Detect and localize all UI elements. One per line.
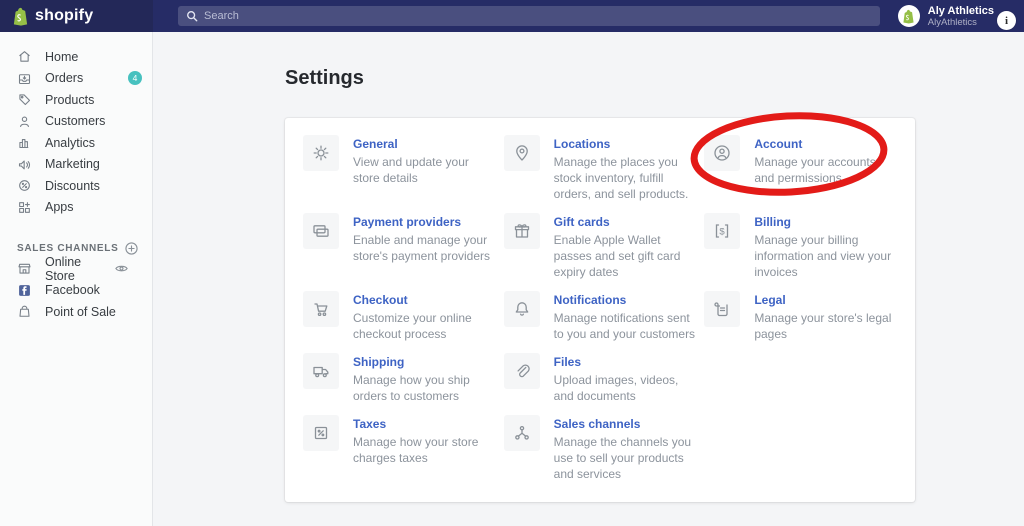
svg-text:$: $	[720, 226, 726, 237]
settings-card-billing[interactable]: $ Billing Manage your billing informatio…	[704, 213, 897, 280]
point-of-sale-icon	[19, 305, 30, 318]
user-name: Aly Athletics	[927, 4, 994, 17]
billing-dollar-icon: $	[704, 213, 741, 249]
settings-card-shipping[interactable]: Shipping Manage how you ship orders to c…	[303, 353, 496, 404]
sidebar-item-marketing[interactable]: Marketing	[0, 154, 152, 176]
shipping-truck-icon	[303, 353, 339, 389]
avatar-bag-icon	[903, 9, 914, 24]
main-content: Settings General View and update your st…	[153, 32, 1024, 526]
settings-card-files[interactable]: Files Upload images, videos, and documen…	[503, 353, 697, 404]
settings-card-notifications[interactable]: Notifications Manage notifications sent …	[503, 291, 697, 342]
orders-count-badge: 4	[128, 71, 142, 86]
info-icon[interactable]: i	[997, 11, 1016, 30]
settings-card-locations[interactable]: Locations Manage the places you stock in…	[503, 135, 697, 202]
sales-channels-network-icon	[503, 415, 540, 451]
settings-card-general[interactable]: General View and update your store detai…	[303, 135, 496, 202]
discounts-icon	[19, 180, 30, 192]
sidebar-item-orders[interactable]: Orders 4	[0, 68, 152, 90]
sidebar-item-apps[interactable]: Apps	[0, 197, 152, 219]
home-icon	[19, 51, 30, 62]
settings-card-payment-providers[interactable]: Payment providers Enable and manage your…	[303, 213, 496, 280]
settings-card-account[interactable]: Account Manage your accounts and permiss…	[704, 135, 897, 202]
user-store-name: AlyAthletics	[927, 16, 977, 28]
shopify-bag-icon	[13, 7, 28, 26]
analytics-icon	[19, 139, 29, 149]
avatar	[897, 5, 920, 27]
sidebar-item-products[interactable]: Products	[0, 89, 152, 111]
shopify-logo[interactable]: shopify	[0, 0, 153, 32]
settings-grid: General View and update your store detai…	[303, 135, 897, 482]
account-person-icon	[704, 135, 741, 171]
page-title: Settings	[285, 67, 364, 89]
sidebar-item-customers[interactable]: Customers	[0, 111, 152, 133]
notifications-bell-icon	[503, 291, 540, 327]
settings-panel: General View and update your store detai…	[285, 118, 915, 502]
settings-card-checkout[interactable]: Checkout Customize your online checkout …	[303, 291, 496, 342]
settings-card-gift-cards[interactable]: Gift cards Enable Apple Wallet passes an…	[503, 213, 697, 280]
marketing-icon	[18, 160, 31, 170]
online-store-icon	[18, 264, 31, 274]
settings-card-legal[interactable]: Legal Manage your store's legal pages	[704, 291, 897, 342]
view-store-eye-icon[interactable]	[114, 261, 129, 276]
gift-icon	[503, 213, 540, 249]
locations-pin-icon	[503, 135, 540, 171]
checkout-cart-icon	[303, 291, 339, 327]
facebook-icon	[19, 284, 30, 296]
sidebar-item-home[interactable]: Home	[0, 46, 152, 68]
settings-card-taxes[interactable]: Taxes Manage how your store charges taxe…	[303, 415, 496, 482]
search-bar[interactable]	[178, 6, 880, 26]
customers-icon	[20, 116, 29, 127]
sidebar: Home Orders 4 Products Customers Analyti…	[0, 32, 153, 526]
sidebar-item-online-store[interactable]: Online Store	[0, 255, 152, 283]
sidebar-item-facebook[interactable]: Facebook	[0, 280, 152, 302]
topbar: shopify Aly Athletics AlyAthletics i	[0, 0, 1024, 32]
sidebar-item-discounts[interactable]: Discounts	[0, 175, 152, 197]
brand-wordmark: shopify	[35, 7, 94, 24]
search-icon	[187, 11, 198, 22]
products-icon	[19, 94, 31, 106]
legal-document-icon	[704, 291, 741, 327]
payment-cards-icon	[303, 213, 339, 249]
apps-icon	[19, 201, 30, 213]
orders-icon	[18, 73, 31, 84]
general-gear-icon	[303, 135, 339, 171]
files-paperclip-icon	[503, 353, 540, 389]
add-channel-icon[interactable]	[125, 241, 138, 255]
taxes-percent-icon	[303, 415, 339, 451]
settings-card-sales-channels[interactable]: Sales channels Manage the channels you u…	[503, 415, 697, 482]
sidebar-item-point-of-sale[interactable]: Point of Sale	[0, 301, 152, 323]
search-input[interactable]	[178, 6, 880, 26]
sidebar-item-analytics[interactable]: Analytics	[0, 132, 152, 154]
